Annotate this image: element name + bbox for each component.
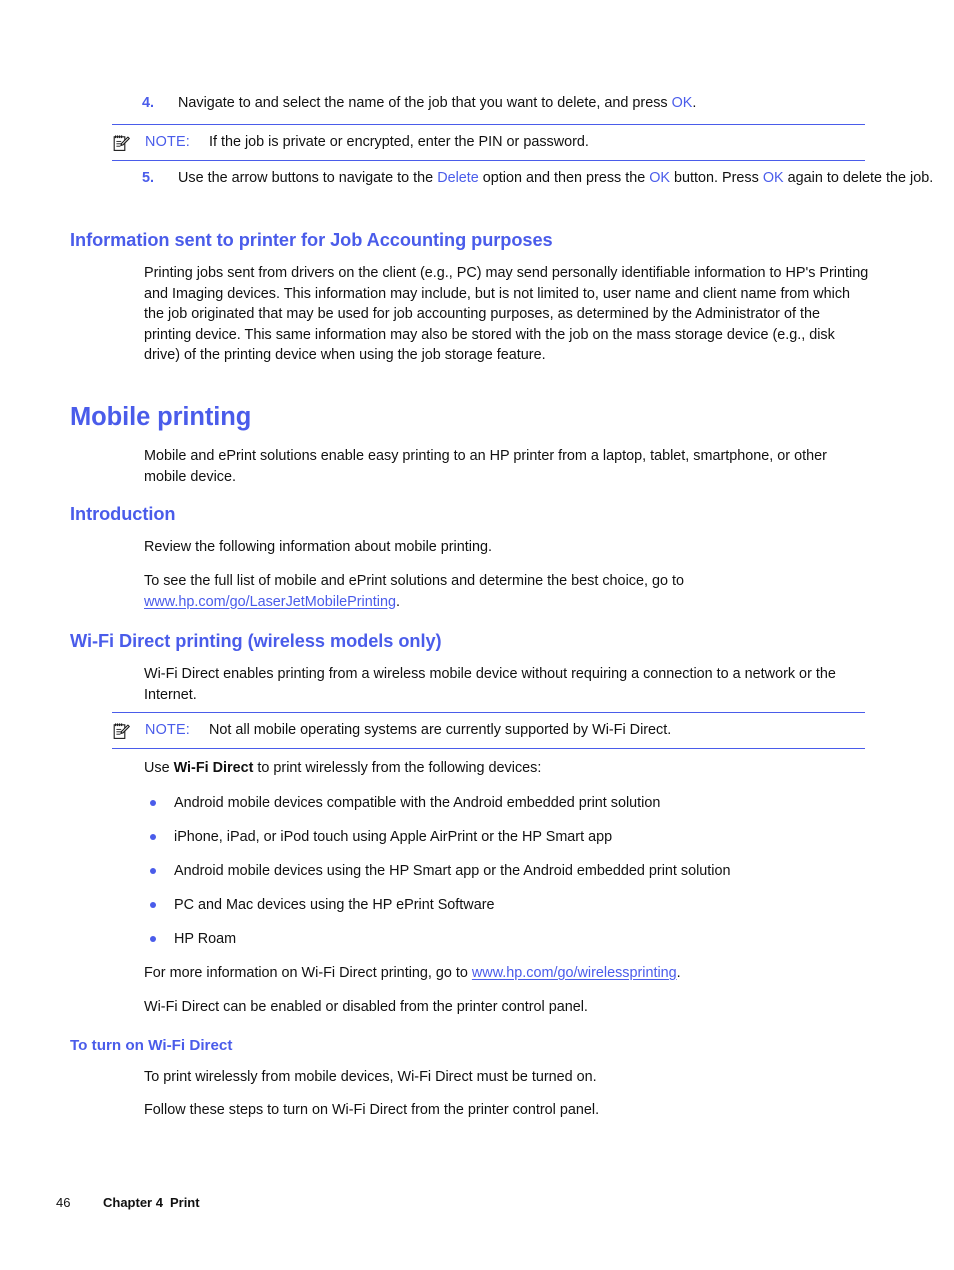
paragraph-mobile-printing: Mobile and ePrint solutions enable easy … [144,448,827,485]
paragraph-wifi-direct: Wi-Fi Direct enables printing from a wir… [144,666,836,703]
more-info-after: . [676,965,681,981]
step4-text-after: . [692,95,697,111]
heading-to-turn-on-wifi-direct: To turn on Wi-Fi Direct [70,1037,233,1054]
step5-part4: again to delete the job. [783,170,934,186]
bullet-dot-icon [150,902,156,908]
step5-part3: button. Press [670,170,763,186]
step5-delete-reference: Delete [437,170,479,186]
footer-page-number: 46 [56,1195,71,1210]
footer-chapter-title: Print [169,1195,200,1210]
step5-part2: option and then press the [478,170,650,186]
heading-wifi-direct-printing: Wi-Fi Direct printing (wireless models o… [70,631,442,651]
bullet-dot-icon [150,868,156,874]
intro-text-before: To see the full list of mobile and ePrin… [144,573,684,589]
step4-text-before: Navigate to and select the name of the j… [178,95,672,111]
bullet-text: Android mobile devices using the HP Smar… [174,863,731,879]
list-item: iPhone, iPad, or iPod touch using Apple … [112,827,934,848]
use-line-before: Use [144,760,174,776]
paragraph-more-information: For more information on Wi-Fi Direct pri… [144,963,869,984]
paragraph-turn-on-2: Follow these steps to turn on Wi-Fi Dire… [144,1102,600,1118]
document-page: 4. Navigate to and select the name of th… [0,0,954,1270]
intro-text-after: . [395,593,400,610]
step5-ok-reference-2: OK [762,170,784,186]
list-item-text: Navigate to and select the name of the j… [178,95,696,111]
note-label: NOTE: [145,722,190,738]
bullet-text: PC and Mac devices using the HP ePrint S… [174,897,495,913]
paragraph-introduction-2: To see the full list of mobile and ePrin… [144,571,854,612]
bullet-dot-icon [150,936,156,942]
page-footer: 46 Chapter 4 Print [56,1194,200,1212]
paragraph-job-accounting: Printing jobs sent from drivers on the c… [144,265,869,363]
note-rule: NOTE: Not all mobile operating systems a… [112,712,865,749]
note-pad-pencil-icon [112,134,131,153]
use-line-bold: Wi-Fi Direct [173,760,254,776]
paragraph-introduction-1: Review the following information about m… [144,539,492,555]
paragraph-use-wifi-direct: Use Wi-Fi Direct to print wirelessly fro… [144,758,869,779]
heading-introduction: Introduction [70,504,176,524]
list-item-text: Use the arrow buttons to navigate to the… [178,170,933,186]
list-number: 5. [142,170,155,186]
more-info-before: For more information on Wi-Fi Direct pri… [144,965,472,981]
paragraph-turn-on-1: To print wirelessly from mobile devices,… [144,1069,597,1085]
note-pad-pencil-icon [112,722,131,741]
heading-mobile-printing: Mobile printing [70,403,252,431]
bullet-text: iPhone, iPad, or iPod touch using Apple … [174,829,613,845]
heading-job-accounting: Information sent to printer for Job Acco… [70,230,553,250]
footer-chapter: Chapter 4 [103,1195,163,1210]
list-item: Android mobile devices using the HP Smar… [112,861,934,882]
step5-part1: Use the arrow buttons to navigate to the [178,170,438,186]
ordered-list-item-5: 5. Use the arrow buttons to navigate to … [112,168,938,189]
link-wirelessprinting[interactable]: www.hp.com/go/wirelessprinting [472,965,677,981]
bullet-dot-icon [150,834,156,840]
paragraph-wifi-direct-enable: Wi-Fi Direct can be enabled or disabled … [144,999,588,1015]
bullet-text: Android mobile devices compatible with t… [174,795,661,811]
note-label: NOTE: [145,134,190,150]
list-item: Android mobile devices compatible with t… [112,793,934,814]
step5-ok-reference-1: OK [649,170,671,186]
list-item: PC and Mac devices using the HP ePrint S… [112,895,934,916]
bullet-dot-icon [150,800,156,806]
note-callout-2: NOTE: Not all mobile operating systems a… [112,712,865,749]
note-text: Not all mobile operating systems are cur… [208,722,672,738]
ordered-list-item-4: 4. Navigate to and select the name of th… [112,93,938,114]
note-text: If the job is private or encrypted, ente… [208,134,589,150]
bullet-text: HP Roam [174,931,237,947]
step4-ok-reference: OK [671,95,693,111]
use-line-after: to print wirelessly from the following d… [253,760,542,776]
list-number: 4. [142,95,155,111]
list-item: HP Roam [112,929,934,950]
note-rule: NOTE: If the job is private or encrypted… [112,124,865,161]
link-laserjet-mobile-printing[interactable]: www.hp.com/go/LaserJetMobilePrinting [144,594,396,610]
note-callout-1: NOTE: If the job is private or encrypted… [112,124,865,161]
